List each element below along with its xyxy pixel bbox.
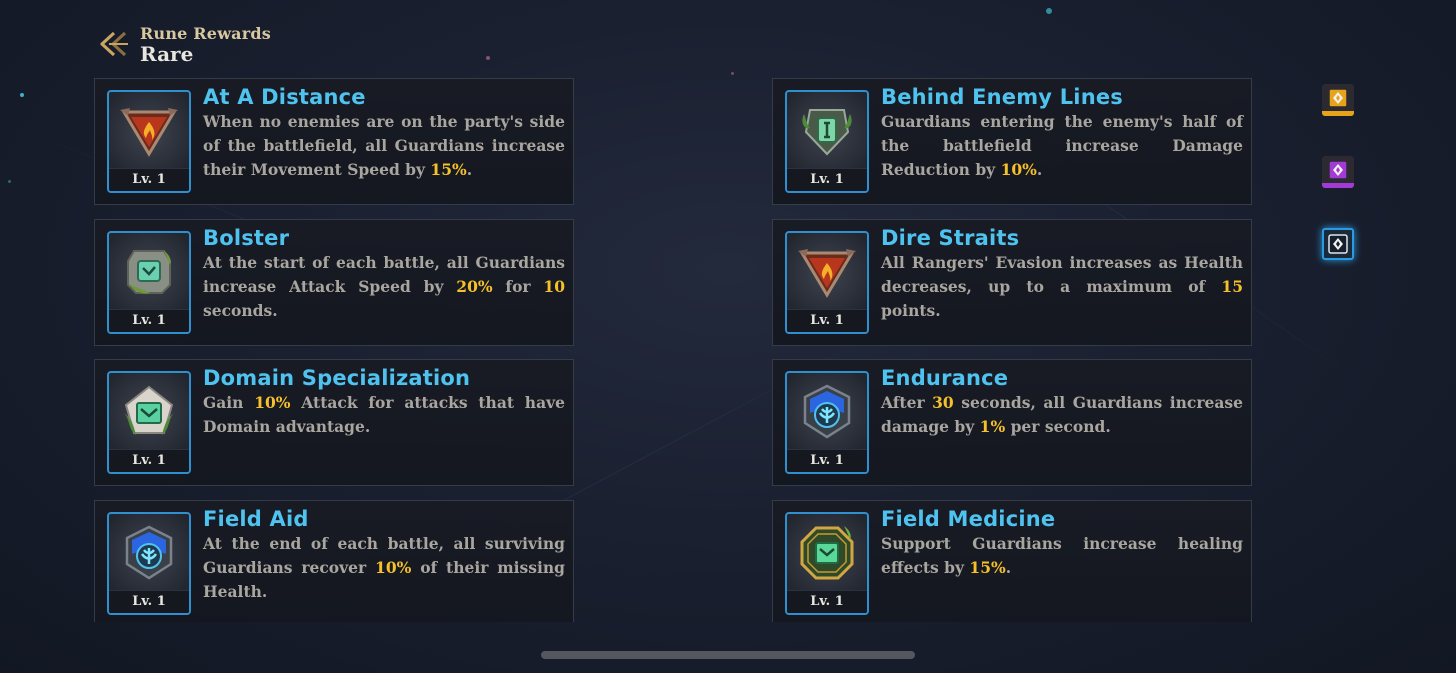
rune-icon-frame: Lv. 1	[785, 512, 869, 615]
rune-name: Field Aid	[203, 507, 309, 531]
rune-description-text: seconds.	[203, 301, 278, 320]
rune-card[interactable]: Lv. 1 Endurance After 30 seconds, all Guar…	[772, 359, 1252, 486]
rune-value-highlight: 10%	[254, 393, 291, 412]
header: Rune Rewards Rare	[96, 24, 271, 68]
rune-description-text: Guardians entering the enemy's half of t…	[881, 112, 1243, 179]
rune-card[interactable]: Lv. 1 Field Medicine Support Guardians inc…	[772, 500, 1252, 622]
rune-value-highlight: 20%	[456, 277, 493, 296]
rune-value-highlight: 10%	[1000, 160, 1037, 179]
rune-description-text: for	[492, 277, 544, 296]
rune-value-highlight: 15%	[430, 160, 467, 179]
mossy-stone-rune-icon	[127, 250, 171, 294]
tab-epic[interactable]	[1322, 156, 1354, 188]
rune-description: When no enemies are on the party's side …	[203, 110, 565, 182]
rune-icon-frame: Lv. 1	[785, 371, 869, 474]
green-vine-pentagon-rune-icon	[124, 385, 174, 435]
rune-description-text: Gain	[203, 393, 255, 412]
rune-value-highlight: 1%	[979, 417, 1006, 436]
rune-description-text: .	[1005, 558, 1012, 577]
rune-description: After 30 seconds, all Guardians increase…	[881, 391, 1243, 439]
rune-card[interactable]: Lv. 1 Bolster At the start of each battle,…	[94, 219, 574, 346]
rune-level: Lv. 1	[109, 309, 189, 332]
rune-value-highlight: 15%	[969, 558, 1006, 577]
rune-description-text: points.	[881, 301, 941, 320]
rune-diamond-icon	[1328, 234, 1348, 254]
rune-description-text: After	[881, 393, 933, 412]
scrollbar[interactable]	[541, 651, 915, 659]
rune-description-text: .	[466, 160, 473, 179]
rune-icon-frame: Lv. 1	[107, 90, 191, 193]
rune-card[interactable]: Lv. 1 Behind Enemy Lines Guardians enterin…	[772, 78, 1252, 205]
rune-icon-frame: Lv. 1	[785, 231, 869, 334]
rune-value-highlight: 15	[1221, 277, 1243, 296]
page-subtitle: Rune Rewards	[140, 24, 271, 43]
rune-description-text: Support Guardians increase healing effec…	[881, 534, 1243, 577]
blue-crystal-hexagon-rune-icon	[125, 525, 173, 580]
rune-description: At the end of each battle, all surviving…	[203, 532, 565, 604]
rune-level: Lv. 1	[109, 168, 189, 191]
green-leaf-shield-rune-icon	[802, 109, 852, 156]
rune-value-highlight: 30	[932, 393, 954, 412]
rune-level: Lv. 1	[109, 590, 189, 613]
rune-description: All Rangers' Evasion increases as Health…	[881, 251, 1243, 323]
rune-name: Bolster	[203, 226, 290, 250]
rune-icon-frame: Lv. 1	[107, 231, 191, 334]
rune-icon-frame: Lv. 1	[785, 90, 869, 193]
tab-legendary[interactable]	[1322, 84, 1354, 116]
rune-level: Lv. 1	[787, 309, 867, 332]
rune-description: Guardians entering the enemy's half of t…	[881, 110, 1243, 182]
rune-description-text: per second.	[1005, 417, 1111, 436]
rune-description-text: All Rangers' Evasion increases as Health…	[881, 253, 1243, 296]
rune-name: Endurance	[881, 366, 1009, 390]
rune-level: Lv. 1	[787, 449, 867, 472]
rune-description: Gain 10% Attack for attacks that have Do…	[203, 391, 565, 439]
rune-name: Field Medicine	[881, 507, 1056, 531]
rune-description: Support Guardians increase healing effec…	[881, 532, 1243, 580]
rune-value-highlight: 10%	[375, 558, 412, 577]
rune-icon-frame: Lv. 1	[107, 512, 191, 615]
rune-card[interactable]: Lv. 1 Field Aid At the end of each battle,…	[94, 500, 574, 622]
rune-card[interactable]: Lv. 1 Domain Specialization Gain 10% Attac…	[94, 359, 574, 486]
back-button[interactable]	[96, 24, 130, 64]
rune-name: At A Distance	[203, 85, 366, 109]
tab-rare[interactable]	[1322, 228, 1354, 260]
rune-card[interactable]: Lv. 1 Dire Straits All Rangers' Evasion in…	[772, 219, 1252, 346]
rune-level: Lv. 1	[787, 590, 867, 613]
rune-description-text: .	[1036, 160, 1043, 179]
rune-description: At the start of each battle, all Guardia…	[203, 251, 565, 323]
rune-diamond-icon	[1328, 159, 1348, 180]
rune-card[interactable]: Lv. 1 At A Distance When no enemies are on…	[94, 78, 574, 205]
page-title: Rare	[140, 42, 194, 66]
double-chevron-left-icon	[100, 31, 128, 57]
red-triangle-flame-rune-icon	[120, 108, 178, 157]
gold-green-octagon-rune-icon	[800, 526, 854, 580]
rune-diamond-icon	[1328, 87, 1348, 108]
rune-name: Behind Enemy Lines	[881, 85, 1123, 109]
rune-icon-frame: Lv. 1	[107, 371, 191, 474]
rune-value-highlight: 10	[543, 277, 565, 296]
rune-description-text: When no enemies are on the party's side …	[203, 112, 565, 179]
red-triangle-flame-rune-icon	[798, 249, 856, 298]
rune-level: Lv. 1	[109, 449, 189, 472]
rune-name: Domain Specialization	[203, 366, 471, 390]
blue-crystal-hexagon-rune-icon	[803, 384, 851, 439]
rune-level: Lv. 1	[787, 168, 867, 191]
rune-name: Dire Straits	[881, 226, 1020, 250]
